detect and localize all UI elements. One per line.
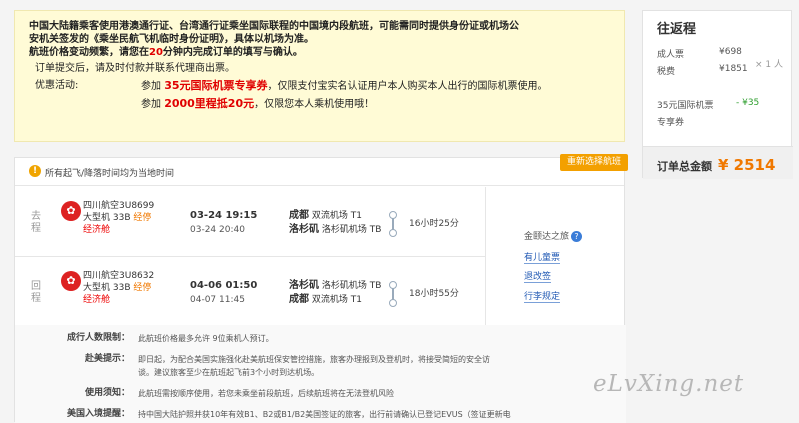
segment-label: 去程 xyxy=(31,211,41,234)
tax-price: ¥1851 xyxy=(719,64,748,74)
adult-label: 成人票 xyxy=(657,50,685,60)
arrival-time: 04-07 11:45 xyxy=(190,295,245,305)
departure-time: 04-06 01:50 xyxy=(190,280,258,291)
departure-city: 成都 xyxy=(289,210,309,221)
segment-return: 回程 ✿ 四川航空3U8632 大型机 33B 经停 经济舱 04-06 01:… xyxy=(15,257,485,327)
flight-number: 四川航空3U8632 xyxy=(83,271,155,281)
stopover-tag[interactable]: 经停 xyxy=(133,283,151,293)
cabin-class: 经济舱 xyxy=(83,295,111,305)
coupon-sub: 专享券 xyxy=(657,118,685,128)
agent-name[interactable]: 金颐达之旅 xyxy=(524,232,569,242)
aircraft-type: 大型机 33B xyxy=(83,213,131,223)
promo-mileage: 2000里程抵20元 xyxy=(164,97,255,110)
tax-label: 税费 xyxy=(657,67,676,77)
airline-logo-icon: ✿ xyxy=(61,271,81,291)
flight-duration: 16小时25分 xyxy=(409,219,459,229)
promo-row-2: 参加 2000里程抵20元，仅限您本人乘机使用哦！ xyxy=(141,97,375,110)
flight-header: ! 所有起飞/降落时间均为当地时间 重新选择航班 xyxy=(15,154,628,186)
booking-notice: 中国大陆籍乘客使用港澳通行证、台湾通行证乘坐国际联程的中国境内段航班，可能需同时… xyxy=(14,10,625,142)
cabin-class: 经济舱 xyxy=(83,225,111,235)
promo-label: 优惠活动: xyxy=(35,80,79,91)
site-watermark: eLvXing.net xyxy=(593,371,745,397)
segment-label: 回程 xyxy=(31,281,41,304)
airline-logo-icon: ✿ xyxy=(61,201,81,221)
flight-duration: 18小时55分 xyxy=(409,289,459,299)
stopover-tag[interactable]: 经停 xyxy=(133,213,151,223)
booking-page: 中国大陆籍乘客使用港澳通行证、台湾通行证乘坐国际联程的中国境内段航班，可能需同时… xyxy=(0,0,799,423)
promo-row-1: 优惠活动: 参加 35元国际机票专享券，仅限支付宝实名认证用户本人购买本人出行的… xyxy=(29,79,610,93)
aircraft-type: 大型机 33B xyxy=(83,283,131,293)
rule-us-security-cont: 谈。建议旅客至少在航班起飞前3个小时到达机场。 xyxy=(138,368,320,377)
flight-number: 四川航空3U8699 xyxy=(83,201,155,211)
notice-payment-line: 订单提交后，请及时付款并联系代理商出票。 xyxy=(35,63,235,74)
rebook-button[interactable]: 重新选择航班 xyxy=(560,154,628,171)
refund-change-link[interactable]: 退改签 xyxy=(524,269,552,283)
notice-minutes: 20 xyxy=(149,47,163,58)
rule-usage: 使用须知： 此航班需按顺序使用，若您未乘坐前段航班，后续航班将在无法登机风险 xyxy=(84,388,394,398)
arrival-city: 洛杉矶 xyxy=(289,224,319,235)
arrival-city: 成都 xyxy=(289,294,309,305)
arrival-airport: 洛杉矶机场 TB xyxy=(321,225,382,235)
trip-type-title: 往返程 xyxy=(657,22,697,37)
notice-id-line1: 中国大陆籍乘客使用港澳通行证、台湾通行证乘坐国际联程的中国境内段航班，可能需同时… xyxy=(29,21,519,32)
order-total: 订单总金额 ¥ 2514 xyxy=(643,146,793,179)
agent-links: 金颐达之旅? 有儿童票 退改签 行李规定 xyxy=(485,187,626,325)
arrival-airport: 双流机场 T1 xyxy=(311,295,362,305)
route-connector-icon xyxy=(389,211,397,237)
segment-outbound: 去程 ✿ 四川航空3U8699 大型机 33B 经停 经济舱 03-24 19:… xyxy=(15,187,485,257)
local-time-note: 所有起飞/降落时间均为当地时间 xyxy=(45,169,175,179)
coupon-value: - ¥35 xyxy=(736,98,760,108)
arrival-time: 03-24 20:40 xyxy=(190,225,245,235)
rule-passenger-limit: 成行人数限制： 此航班价格最多允许 9位乘机人预订。 xyxy=(66,333,274,343)
notice-price-line: 航班价格变动频繁，请您在20分钟内完成订单的填写与确认。 xyxy=(29,47,303,58)
flight-details: ! 所有起飞/降落时间均为当地时间 重新选择航班 去程 ✿ 四川航空3U8699… xyxy=(14,154,628,423)
passenger-qty: × 1 人 xyxy=(755,60,783,70)
total-label: 订单总金额 xyxy=(657,160,712,173)
rule-us-security: 赴美提示： 即日起，为配合美国实施强化赴美航班保安管控措施，旅客办理报到及登机时，… xyxy=(84,354,490,364)
route-connector-icon xyxy=(389,281,397,307)
adult-price: ¥698 xyxy=(719,47,742,57)
rule-us-entry: 美国入境提醒： 持中国大陆护照并获10年有效B1、B2或B1/B2美国签证的旅客，… xyxy=(66,409,511,419)
booking-rules: 成行人数限制： 此航班价格最多允许 9位乘机人预订。 赴美提示： 即日起，为配合美国… xyxy=(15,325,626,423)
order-summary: 往返程 成人票 ¥698 税费 ¥1851 × 1 人 35元国际机票 - ¥3… xyxy=(642,10,793,179)
promo-coupon: 35元国际机票专享券 xyxy=(164,79,268,92)
departure-city: 洛杉矶 xyxy=(289,280,319,291)
notice-id-line2: 安机关签发的《乘坐民航飞机临时身份证明》，具体以机场为准。 xyxy=(29,34,314,45)
coupon-label: 35元国际机票 xyxy=(657,101,714,111)
departure-airport: 洛杉矶机场 TB xyxy=(321,281,382,291)
child-ticket-link[interactable]: 有儿童票 xyxy=(524,250,561,264)
departure-airport: 双流机场 T1 xyxy=(311,211,362,221)
info-icon: ! xyxy=(29,165,41,177)
help-icon[interactable]: ? xyxy=(571,231,583,242)
total-price: ¥ 2514 xyxy=(718,156,776,174)
baggage-rules-link[interactable]: 行李规定 xyxy=(524,289,561,303)
departure-time: 03-24 19:15 xyxy=(190,210,258,221)
